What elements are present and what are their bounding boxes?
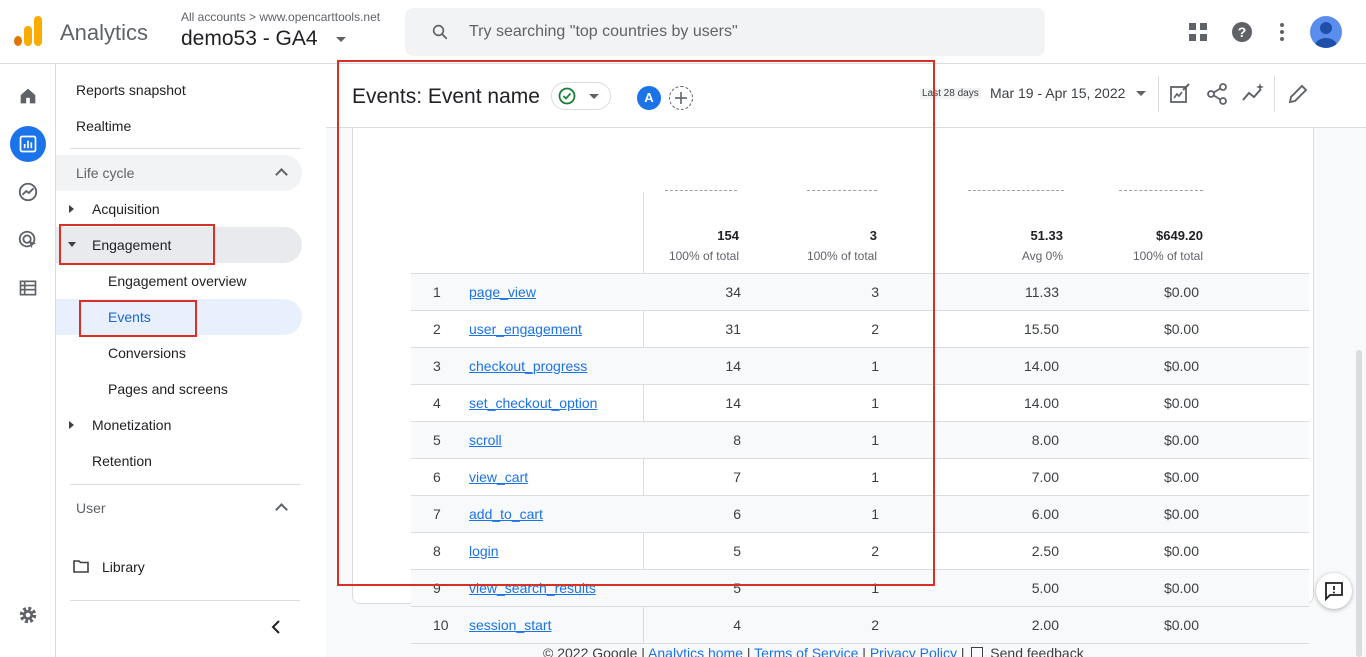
revenue-cell: $0.00	[1163, 580, 1199, 596]
advertising-icon[interactable]	[10, 222, 46, 258]
search-input[interactable]: Try searching "top countries by users"	[405, 8, 1045, 56]
table-bottom-border	[411, 643, 1309, 644]
top-bar: Analytics All accounts > www.opencarttoo…	[0, 0, 1366, 64]
revenue-cell: $0.00	[1163, 358, 1199, 374]
footer-separator: |	[746, 645, 751, 657]
table-row[interactable]: 10 session_start 4 2 2.00 $0.00	[411, 606, 1309, 643]
event-count-cell: 4	[733, 617, 741, 633]
configure-icon[interactable]	[10, 270, 46, 306]
nav-reports-snapshot[interactable]: Reports snapshot	[76, 82, 186, 98]
revenue-cell: $0.00	[1163, 395, 1199, 411]
events-per-user-cell: 7.00	[1031, 469, 1059, 485]
report-navigation: Reports snapshot Realtime Life cycle Acq…	[56, 64, 326, 657]
help-icon[interactable]: ?	[1230, 20, 1254, 44]
nav-conversions[interactable]: Conversions	[108, 345, 186, 361]
more-vert-icon[interactable]	[1270, 20, 1294, 44]
nav-engagement-overview[interactable]: Engagement overview	[108, 273, 247, 289]
highlight-box-engagement	[59, 224, 215, 265]
highlight-box-table	[337, 60, 935, 586]
events-per-user-cell: 2.00	[1031, 617, 1059, 633]
chevron-up-icon[interactable]	[275, 503, 288, 516]
insights-icon[interactable]	[1241, 82, 1265, 106]
nav-realtime[interactable]: Realtime	[76, 118, 131, 134]
search-icon	[432, 24, 448, 40]
total-events-per-user-sub: Avg 0%	[1021, 249, 1063, 263]
nav-monetization[interactable]: Monetization	[92, 417, 171, 433]
divider	[1158, 76, 1159, 112]
events-per-user-cell: 11.33	[1025, 284, 1059, 300]
reports-icon[interactable]	[10, 126, 46, 162]
highlight-box-events	[79, 300, 197, 337]
expand-arrow-icon[interactable]	[69, 421, 74, 429]
send-feedback-link[interactable]: Send feedback	[990, 645, 1083, 657]
events-per-user-cell: 14.00	[1023, 358, 1059, 374]
analytics-home-link[interactable]: Analytics home	[648, 645, 743, 657]
footer-separator: |	[862, 645, 866, 657]
divider	[70, 484, 300, 485]
account-breadcrumb[interactable]: All accounts > www.opencarttools.net	[181, 10, 380, 24]
events-per-user-cell: 6.00	[1031, 506, 1059, 522]
feedback-icon	[971, 647, 984, 657]
property-selector[interactable]: demo53 - GA4	[181, 27, 318, 51]
customize-report-icon[interactable]	[1168, 82, 1192, 106]
column-header-dash	[1119, 190, 1203, 191]
nav-lifecycle-label: Life cycle	[76, 165, 135, 181]
analytics-logo[interactable]	[14, 16, 42, 46]
settings-gear-icon[interactable]	[10, 597, 46, 633]
revenue-cell: $0.00	[1163, 469, 1199, 485]
caret-down-icon[interactable]	[1136, 91, 1146, 96]
search-placeholder: Try searching "top countries by users"	[469, 23, 738, 40]
caret-down-icon[interactable]	[336, 37, 346, 42]
events-per-user-cell: 15.50	[1023, 321, 1059, 337]
nav-retention[interactable]: Retention	[92, 453, 152, 469]
app-name: Analytics	[60, 20, 149, 45]
date-range-picker[interactable]: Mar 19 - Apr 15, 2022	[990, 85, 1125, 101]
footer-copyright: © 2022 Google |	[543, 645, 645, 657]
privacy-policy-link[interactable]: Privacy Policy	[870, 645, 957, 657]
scrollbar[interactable]	[1356, 350, 1362, 657]
expand-arrow-icon[interactable]	[69, 205, 74, 213]
row-index: 10	[433, 617, 449, 633]
folder-icon	[73, 560, 89, 573]
column-header-dash	[968, 190, 1064, 191]
total-events-per-user: 51.33	[1030, 228, 1063, 243]
revenue-cell: $0.00	[1163, 506, 1199, 522]
event-name-link[interactable]: session_start	[469, 617, 551, 633]
events-per-user-cell: 2.50	[1031, 543, 1059, 559]
divider	[70, 600, 300, 601]
share-icon[interactable]	[1205, 82, 1229, 106]
revenue-cell: $0.00	[1163, 543, 1199, 559]
home-icon[interactable]	[10, 78, 46, 114]
events-per-user-cell: 5.00	[1031, 580, 1059, 596]
footer: © 2022 Google | Analytics home | Terms o…	[543, 645, 1084, 657]
feedback-icon	[1325, 582, 1343, 601]
svg-text:?: ?	[1238, 24, 1247, 40]
terms-of-service-link[interactable]: Terms of Service	[754, 645, 858, 657]
events-per-user-cell: 14.00	[1023, 395, 1059, 411]
revenue-cell: $0.00	[1163, 284, 1199, 300]
events-per-user-cell: 8.00	[1031, 432, 1059, 448]
edit-pencil-icon[interactable]	[1286, 82, 1310, 106]
nav-acquisition[interactable]: Acquisition	[92, 201, 160, 217]
divider	[70, 148, 300, 149]
total-revenue-sub: 100% of total	[1132, 249, 1203, 263]
feedback-button[interactable]	[1316, 573, 1352, 609]
apps-grid-icon[interactable]	[1186, 20, 1210, 44]
total-revenue: $649.20	[1156, 228, 1203, 243]
collapse-nav-chevron-icon[interactable]	[270, 619, 282, 635]
avatar[interactable]	[1310, 16, 1342, 48]
revenue-cell: $0.00	[1163, 617, 1199, 633]
total-users-cell: 2	[871, 617, 879, 633]
left-rail	[0, 64, 56, 657]
footer-separator: |	[960, 645, 965, 657]
nav-pages-and-screens[interactable]: Pages and screens	[108, 381, 228, 397]
divider	[1274, 76, 1275, 112]
explore-icon[interactable]	[10, 174, 46, 210]
revenue-cell: $0.00	[1163, 432, 1199, 448]
revenue-cell: $0.00	[1163, 321, 1199, 337]
nav-library[interactable]: Library	[102, 559, 145, 575]
nav-user-header[interactable]: User	[76, 500, 106, 516]
